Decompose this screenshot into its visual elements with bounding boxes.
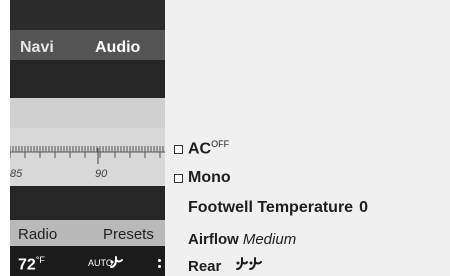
tab-navi[interactable]: Navi: [20, 39, 54, 57]
comand-display: Navi Audio 85 90 Radio Presets 72°F AUTO…: [0, 0, 450, 276]
info-band: [10, 186, 165, 220]
top-bar: [10, 0, 165, 30]
menu-item-mono[interactable]: Mono: [188, 169, 231, 187]
scale-label-low: 85: [10, 168, 23, 180]
temperature-readout[interactable]: 72°F: [18, 255, 45, 274]
ac-checkbox[interactable]: [174, 145, 183, 154]
menu-item-airflow[interactable]: Airflow Medium: [188, 231, 296, 248]
mono-checkbox[interactable]: [174, 174, 183, 183]
fan-airflow-icon[interactable]: [108, 254, 124, 270]
tuner-frequency-scale[interactable]: [10, 140, 165, 170]
display-band: [10, 60, 165, 98]
radio-softkey[interactable]: Radio: [18, 226, 57, 243]
menu-item-ac[interactable]: ACOFF: [188, 139, 229, 158]
station-band: [10, 98, 165, 128]
presets-softkey[interactable]: Presets: [103, 226, 154, 243]
menu-item-rear[interactable]: Rear: [188, 258, 221, 275]
menu-item-footwell-temperature[interactable]: Footwell Temperature 0: [188, 199, 368, 217]
scale-label-high: 90: [95, 168, 108, 180]
more-indicator-icon: [158, 259, 162, 271]
tab-audio[interactable]: Audio: [95, 39, 140, 57]
rear-airflow-icon: [236, 257, 262, 270]
